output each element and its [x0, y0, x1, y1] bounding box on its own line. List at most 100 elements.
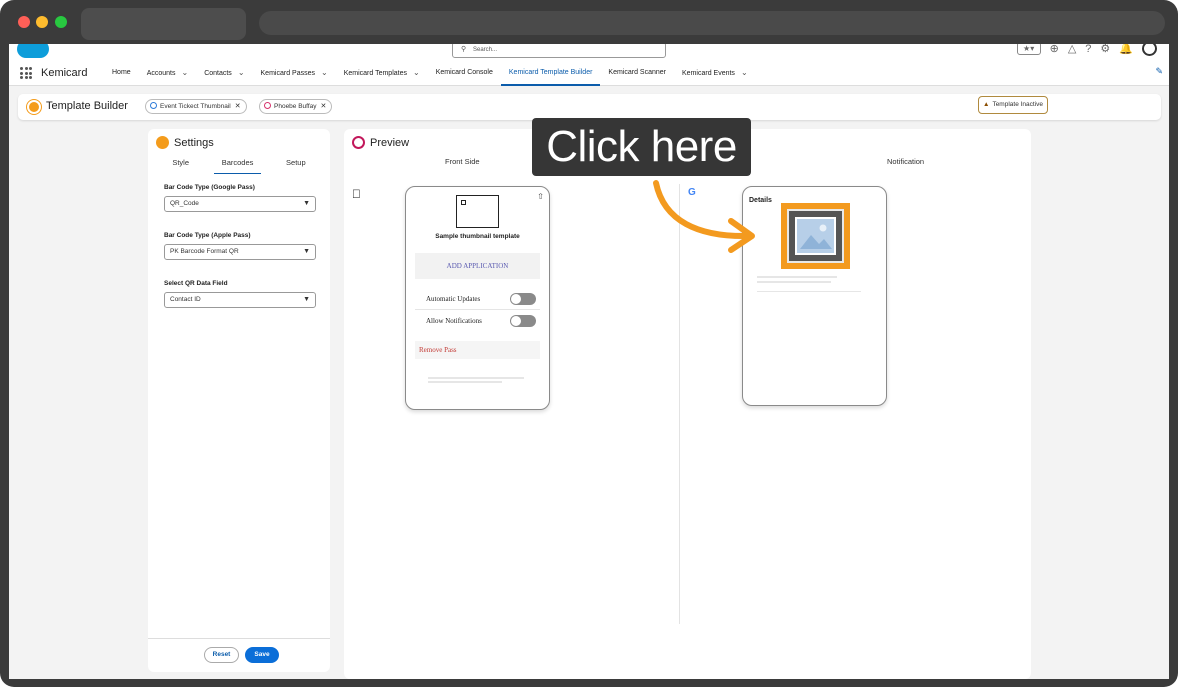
share-icon[interactable]: ⇧: [537, 192, 544, 201]
warning-icon: ▲: [983, 101, 990, 108]
contact-pill[interactable]: Phoebe Buffay ✕: [259, 99, 333, 114]
nav-item-label: Accounts: [146, 70, 176, 77]
apple-barcode-type-value: PK Barcode Format QR: [170, 248, 239, 255]
nav-item-kemicard-passes[interactable]: Kemicard Passes ⌄: [253, 62, 336, 86]
row-divider: [415, 309, 540, 310]
placeholder-line: [428, 377, 524, 379]
header-icons: ★▾ ⊕ △ ? ⚙ 🔔: [1016, 44, 1157, 56]
global-add-icon[interactable]: ⊕: [1050, 44, 1059, 55]
click-here-callout: Click here: [532, 118, 751, 176]
salesforce-logo: [17, 44, 49, 58]
tab-front-side[interactable]: Front Side: [445, 157, 480, 166]
tab-barcodes[interactable]: Barcodes: [213, 156, 262, 174]
chevron-down-icon: ▼: [303, 248, 310, 255]
help-icon[interactable]: ?: [1085, 44, 1091, 55]
thumbnail-frame: [787, 209, 844, 263]
nav-item-kemicard-events[interactable]: Kemicard Events ⌄: [674, 62, 756, 86]
apple-barcode-type-label: Bar Code Type (Apple Pass): [164, 232, 251, 239]
allow-notifications-label: Allow Notifications: [426, 317, 482, 325]
tab-style[interactable]: Style: [164, 156, 197, 174]
remove-pass-link[interactable]: Remove Pass: [415, 341, 540, 359]
allow-notifications-toggle[interactable]: [510, 315, 536, 327]
app-launcher-icon[interactable]: [20, 67, 32, 79]
chevron-down-icon[interactable]: ⌄: [238, 68, 245, 77]
qr-data-field-value: Contact ID: [170, 296, 201, 303]
qr-data-field-label: Select QR Data Field: [164, 280, 228, 287]
app-name: Kemicard: [41, 67, 88, 79]
qr-code-placeholder: [456, 195, 499, 228]
google-barcode-type-value: QR_Code: [170, 200, 199, 207]
contact-pill-label: Phoebe Buffay: [274, 103, 317, 110]
minimize-window-button[interactable]: [36, 16, 48, 28]
close-window-button[interactable]: [18, 16, 30, 28]
close-icon[interactable]: ✕: [235, 103, 241, 110]
settings-panel: Settings Style Barcodes Setup Bar Code T…: [148, 129, 330, 672]
google-barcode-type-label: Bar Code Type (Google Pass): [164, 184, 255, 191]
template-builder-icon: [27, 100, 41, 114]
automatic-updates-row: Automatic Updates: [415, 289, 540, 309]
pass-title: Sample thumbnail template: [435, 233, 520, 240]
browser-tab[interactable]: [81, 8, 246, 40]
notification-bell-icon[interactable]: 🔔: [1119, 44, 1133, 55]
nav-item-home[interactable]: Home: [104, 62, 139, 86]
template-pill[interactable]: Event Tickect Thumbnail ✕: [145, 99, 247, 114]
template-status-badge: ▲ Template Inactive: [978, 96, 1049, 114]
nav-item-kemicard-template-builder[interactable]: Kemicard Template Builder: [500, 62, 601, 86]
nav-item-label: Kemicard Console: [435, 69, 493, 76]
avatar[interactable]: [1142, 44, 1157, 56]
favorites-star-icon[interactable]: ★▾: [1016, 44, 1041, 55]
nav-item-kemicard-scanner[interactable]: Kemicard Scanner: [600, 62, 674, 86]
curved-arrow-icon: [653, 180, 755, 253]
add-application-button[interactable]: ADD APPLICATION: [415, 253, 540, 279]
save-button[interactable]: Save: [245, 647, 279, 663]
nav-item-label: Contacts: [204, 70, 232, 77]
nav-item-accounts[interactable]: Accounts ⌄: [139, 62, 197, 86]
nav-items: Home Accounts ⌄ Contacts ⌄ Kemicard Passes ⌄ Ke…: [104, 62, 756, 86]
chevron-down-icon[interactable]: ⌄: [181, 68, 188, 77]
nav-item-label: Kemicard Passes: [260, 70, 315, 77]
placeholder-line: [757, 291, 861, 292]
image-placeholder-icon: [795, 217, 836, 255]
global-search-input[interactable]: ⚲ Search...: [452, 44, 666, 58]
nav-item-kemicard-console[interactable]: Kemicard Console: [428, 62, 501, 86]
close-icon[interactable]: ✕: [321, 103, 327, 110]
gear-icon[interactable]: ⚙: [1100, 44, 1110, 55]
browser-window: ⚲ Search... ★▾ ⊕ △ ? ⚙ 🔔 Kemicard Home Ac…: [0, 0, 1178, 687]
reset-button[interactable]: Reset: [204, 647, 239, 663]
chevron-down-icon[interactable]: ⌄: [413, 68, 420, 77]
tab-setup[interactable]: Setup: [278, 156, 314, 174]
settings-footer-divider: [148, 638, 330, 639]
search-placeholder: Search...: [473, 47, 498, 53]
chevron-down-icon[interactable]: ⌄: [321, 68, 328, 77]
contact-pill-icon: [264, 102, 271, 109]
settings-icon: [156, 136, 169, 149]
nav-item-kemicard-templates[interactable]: Kemicard Templates ⌄: [336, 62, 428, 86]
edit-nav-pencil-icon[interactable]: ✎: [1155, 66, 1163, 77]
apple-barcode-type-select[interactable]: PK Barcode Format QR ▼: [164, 244, 316, 260]
settings-title: Settings: [174, 137, 214, 149]
template-pill-label: Event Tickect Thumbnail: [160, 103, 231, 110]
nav-item-label: Kemicard Templates: [343, 70, 407, 77]
placeholder-line: [757, 276, 837, 278]
placeholder-line: [757, 281, 831, 283]
trailhead-icon[interactable]: △: [1068, 44, 1076, 55]
qr-data-field-select[interactable]: Contact ID ▼: [164, 292, 316, 308]
nav-item-contacts[interactable]: Contacts ⌄: [196, 62, 252, 86]
placeholder-line: [428, 381, 502, 383]
automatic-updates-label: Automatic Updates: [426, 295, 481, 303]
maximize-window-button[interactable]: [55, 16, 67, 28]
tab-notification[interactable]: Notification: [887, 157, 924, 166]
settings-tabs: Style Barcodes Setup: [148, 156, 330, 174]
template-builder-header: Template Builder Event Tickect Thumbnail…: [18, 94, 1161, 120]
thumbnail-image-highlight[interactable]: [781, 203, 850, 269]
template-pill-icon: [150, 102, 157, 109]
address-bar[interactable]: [259, 11, 1165, 35]
chevron-down-icon[interactable]: ⌄: [741, 68, 748, 77]
allow-notifications-row: Allow Notifications: [415, 311, 540, 331]
apple-pass-preview: ⇧ Sample thumbnail template ADD APPLICAT…: [405, 186, 550, 410]
google-barcode-type-select[interactable]: QR_Code ▼: [164, 196, 316, 212]
automatic-updates-toggle[interactable]: [510, 293, 536, 305]
preview-icon: [352, 136, 365, 149]
chevron-down-icon: ▼: [303, 200, 310, 207]
preview-title: Preview: [370, 137, 410, 149]
